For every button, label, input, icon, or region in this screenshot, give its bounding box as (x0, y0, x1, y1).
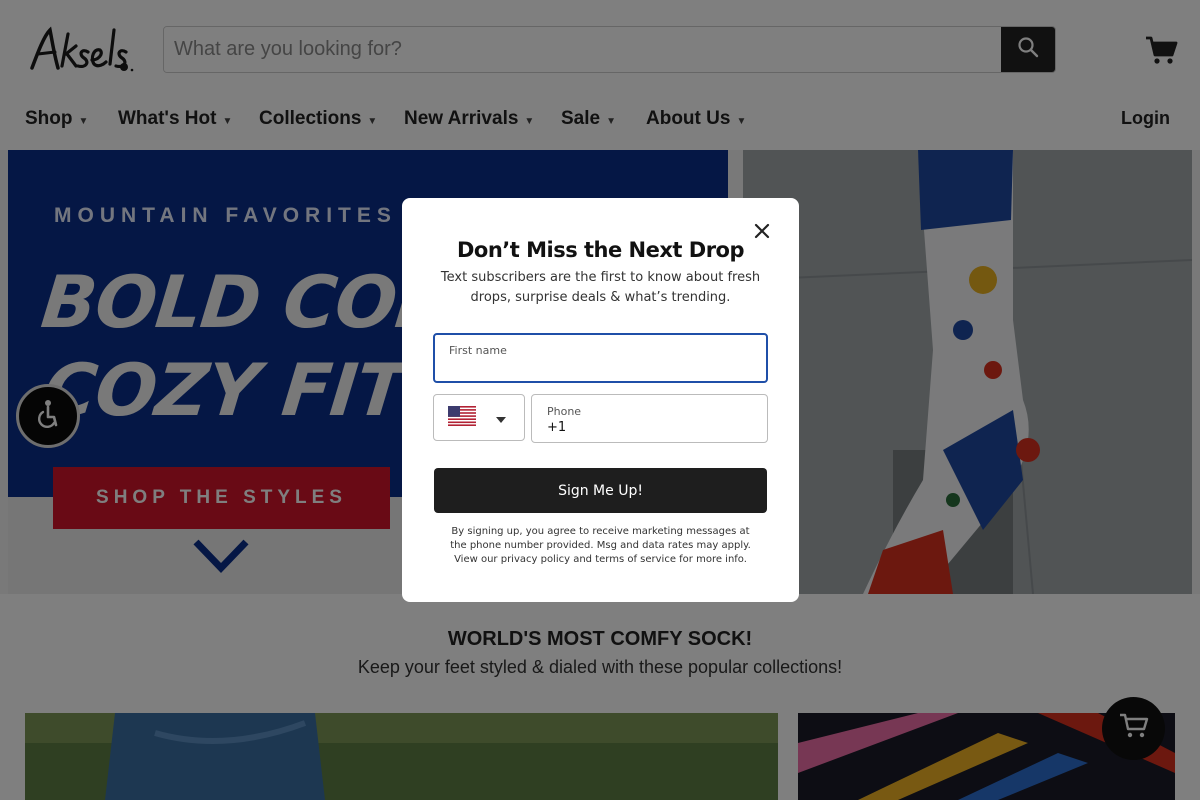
sms-signup-modal: Don’t Miss the Next Drop Text subscriber… (402, 198, 799, 602)
country-code-select[interactable] (433, 394, 525, 441)
first-name-label: First name (449, 344, 507, 357)
consent-disclaimer: By signing up, you agree to receive mark… (450, 526, 751, 565)
us-flag-icon (448, 405, 476, 430)
first-name-field[interactable]: First name (433, 333, 768, 383)
chevron-down-icon (496, 408, 506, 427)
phone-input[interactable]: +1 (547, 420, 566, 435)
modal-subtitle: Text subscribers are the first to know a… (440, 270, 761, 305)
modal-title: Don’t Miss the Next Drop (456, 238, 745, 262)
phone-label: Phone (547, 405, 582, 418)
sign-me-up-button[interactable]: Sign Me Up! (434, 468, 767, 513)
first-name-input[interactable] (449, 359, 749, 377)
phone-field[interactable]: Phone +1 (531, 394, 768, 443)
